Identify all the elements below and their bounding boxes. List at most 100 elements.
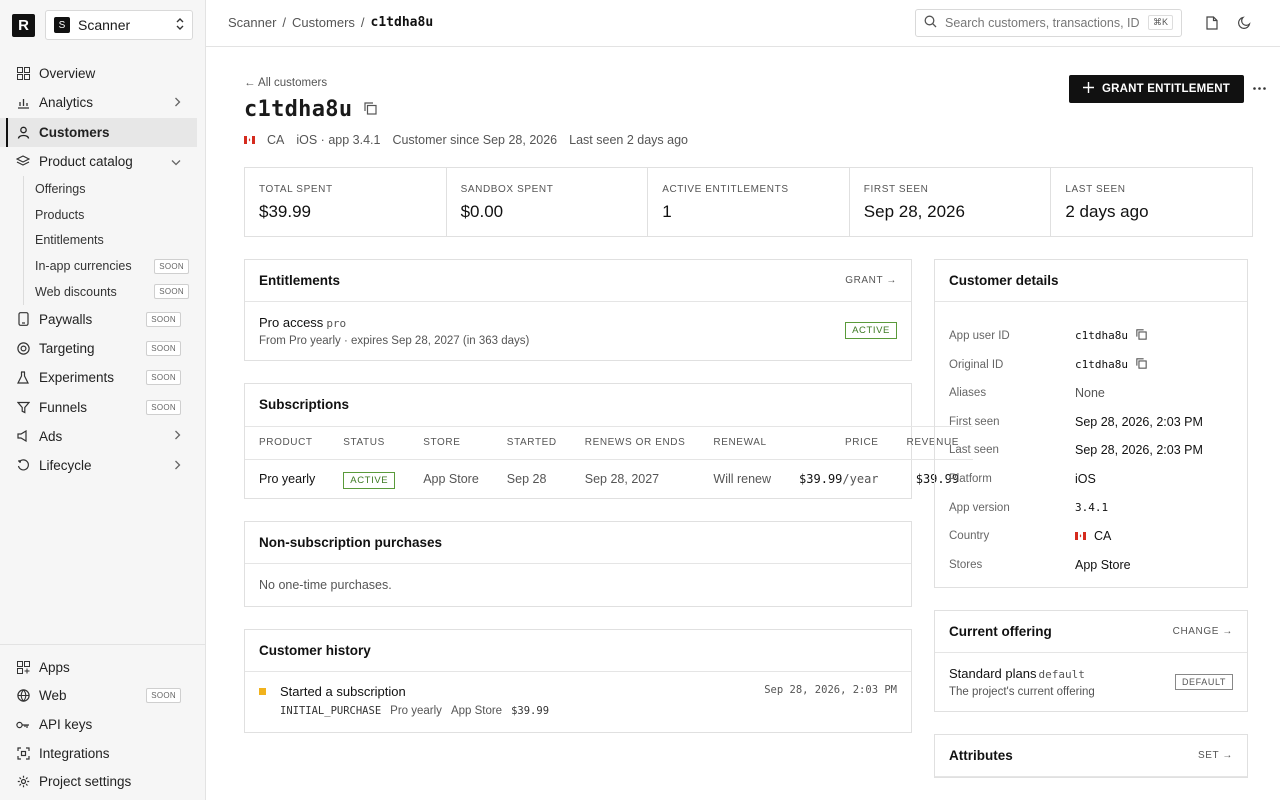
sidebar-item-project-settings[interactable]: Project settings <box>0 767 197 796</box>
customer-platform: iOS · app 3.4.1 <box>296 132 381 147</box>
sidebar-header: R S Scanner <box>0 0 205 50</box>
grant-entitlement-button[interactable]: GRANT ENTITLEMENT <box>1069 74 1244 103</box>
sidebar-item-products[interactable]: Products <box>35 202 197 228</box>
event-product: Pro yearly <box>390 705 442 718</box>
sidebar-item-web-discounts[interactable]: Web discounts SOON <box>35 279 197 305</box>
entitlement-row[interactable]: Pro access pro From Pro yearly · expires … <box>245 302 911 360</box>
attributes-card: Attributes SET → <box>934 734 1248 778</box>
sidebar-item-api-keys[interactable]: API keys <box>0 710 197 739</box>
column-header: RENEWAL <box>699 426 786 460</box>
entitlement-id: pro <box>326 316 347 330</box>
detail-value: CA <box>1094 529 1112 544</box>
app-logo[interactable]: R <box>12 13 35 37</box>
cell-started: Sep 28 <box>506 471 547 486</box>
soon-badge: SOON <box>146 688 181 704</box>
moon-icon[interactable] <box>1230 9 1258 37</box>
card-title: Subscriptions <box>259 397 350 413</box>
customer-history-card: Customer history Started a subscription … <box>244 629 912 734</box>
sidebar-item-customers[interactable]: Customers <box>0 117 197 148</box>
funnel-icon <box>16 400 30 414</box>
copy-icon[interactable] <box>364 102 378 116</box>
stat-value: $0.00 <box>460 201 504 221</box>
sidebar-item-label: In-app currencies <box>35 259 132 274</box>
breadcrumb-customers[interactable]: Customers <box>292 15 355 30</box>
set-attribute-link[interactable]: SET → <box>1198 750 1233 761</box>
detail-row: First seen Sep 28, 2026, 2:03 PM <box>949 407 1233 436</box>
layers-icon <box>16 155 30 169</box>
chevron-updown-icon <box>176 17 184 33</box>
change-offering-link[interactable]: CHANGE → <box>1173 626 1233 637</box>
sidebar-item-label: Apps <box>39 659 70 675</box>
product-catalog-submenu: Offerings Products Entitlements In-app c… <box>23 176 197 305</box>
stat-value: Sep 28, 2026 <box>863 201 965 221</box>
sidebar: R S Scanner Overview Analytics Customers… <box>0 0 206 800</box>
sidebar-item-label: Product catalog <box>39 154 133 170</box>
search-box[interactable]: ⌘K <box>915 8 1182 37</box>
detail-value: c1tdha8u <box>1075 329 1128 343</box>
sidebar-item-apps[interactable]: Apps <box>0 653 197 682</box>
breadcrumb-separator: / <box>282 15 287 31</box>
detail-key: App user ID <box>949 329 1010 342</box>
card-title: Non-subscription purchases <box>259 535 443 551</box>
event-dot-icon <box>259 688 266 696</box>
card-title: Customer details <box>949 272 1059 288</box>
copy-icon[interactable] <box>1136 357 1147 372</box>
price-period: /year <box>842 471 879 486</box>
detail-key: Stores <box>949 558 983 571</box>
sidebar-item-experiments[interactable]: Experiments SOON <box>0 363 197 392</box>
search-input[interactable] <box>945 15 1140 30</box>
sidebar-item-offerings[interactable]: Offerings <box>35 176 197 202</box>
table-row[interactable]: Pro yearly ACTIVE App Store Sep 28 Sep 2… <box>245 459 973 498</box>
sidebar-item-overview[interactable]: Overview <box>0 59 197 88</box>
grant-entitlement-label: GRANT ENTITLEMENT <box>1102 82 1230 95</box>
breadcrumb-current: c1tdha8u <box>370 15 434 31</box>
default-badge: DEFAULT <box>1174 674 1233 690</box>
sidebar-item-paywalls[interactable]: Paywalls SOON <box>0 305 197 334</box>
sidebar-item-funnels[interactable]: Funnels SOON <box>0 393 197 422</box>
sidebar-item-label: Web discounts <box>35 284 117 299</box>
history-event[interactable]: Started a subscription INITIAL_PURCHASE … <box>245 672 911 732</box>
integrations-icon <box>16 746 30 760</box>
sidebar-item-in-app-currencies[interactable]: In-app currencies SOON <box>35 253 197 279</box>
sidebar-item-product-catalog[interactable]: Product catalog <box>0 147 197 176</box>
detail-key: Original ID <box>949 358 1004 371</box>
sidebar-item-label: Ads <box>39 428 63 444</box>
stat-label: TOTAL SPENT <box>259 183 333 195</box>
sidebar-item-label: Overview <box>39 66 96 82</box>
breadcrumb-project[interactable]: Scanner <box>228 15 276 30</box>
stat-first-seen: FIRST SEEN Sep 28, 2026 <box>850 167 1052 236</box>
chevron-right-icon <box>174 96 181 110</box>
offering-description: The project's current offering <box>949 686 1095 698</box>
grant-link[interactable]: GRANT → <box>845 275 897 286</box>
sidebar-item-web[interactable]: Web SOON <box>0 682 197 711</box>
stat-total-spent: TOTAL SPENT $39.99 <box>245 167 447 236</box>
cell-status: ACTIVE <box>329 459 409 498</box>
sidebar-item-label: Lifecycle <box>39 458 92 474</box>
stat-label: FIRST SEEN <box>863 183 929 195</box>
event-type: INITIAL_PURCHASE <box>280 705 382 718</box>
keyboard-shortcut-hint: ⌘K <box>1147 15 1173 31</box>
more-options-icon[interactable] <box>1246 75 1272 103</box>
sidebar-item-label: API keys <box>39 717 93 733</box>
sidebar-item-ads[interactable]: Ads <box>0 422 197 451</box>
copy-icon[interactable] <box>1136 329 1147 343</box>
refresh-icon <box>16 459 30 473</box>
soon-badge: SOON <box>154 258 189 274</box>
sidebar-item-entitlements[interactable]: Entitlements <box>35 228 197 254</box>
offering-id: default <box>1038 668 1085 681</box>
project-selector[interactable]: S Scanner <box>45 10 193 40</box>
sidebar-item-lifecycle[interactable]: Lifecycle <box>0 451 197 480</box>
main-area: Scanner / Customers / c1tdha8u ⌘K ← All … <box>206 0 1280 800</box>
target-icon <box>16 342 30 356</box>
globe-icon <box>16 689 30 703</box>
sidebar-item-targeting[interactable]: Targeting SOON <box>0 334 197 363</box>
customer-page: ← All customers c1tdha8u CA iOS · app 3.… <box>206 47 1280 800</box>
sidebar-item-integrations[interactable]: Integrations <box>0 739 197 768</box>
sidebar-item-analytics[interactable]: Analytics <box>0 88 197 117</box>
column-header: RENEWS OR ENDS <box>570 426 700 460</box>
detail-value: None <box>1075 386 1105 401</box>
docs-icon[interactable] <box>1198 9 1226 37</box>
soon-badge: SOON <box>146 311 181 327</box>
stat-active-entitlements: ACTIVE ENTITLEMENTS 1 <box>648 167 850 236</box>
plus-icon <box>1083 81 1095 96</box>
